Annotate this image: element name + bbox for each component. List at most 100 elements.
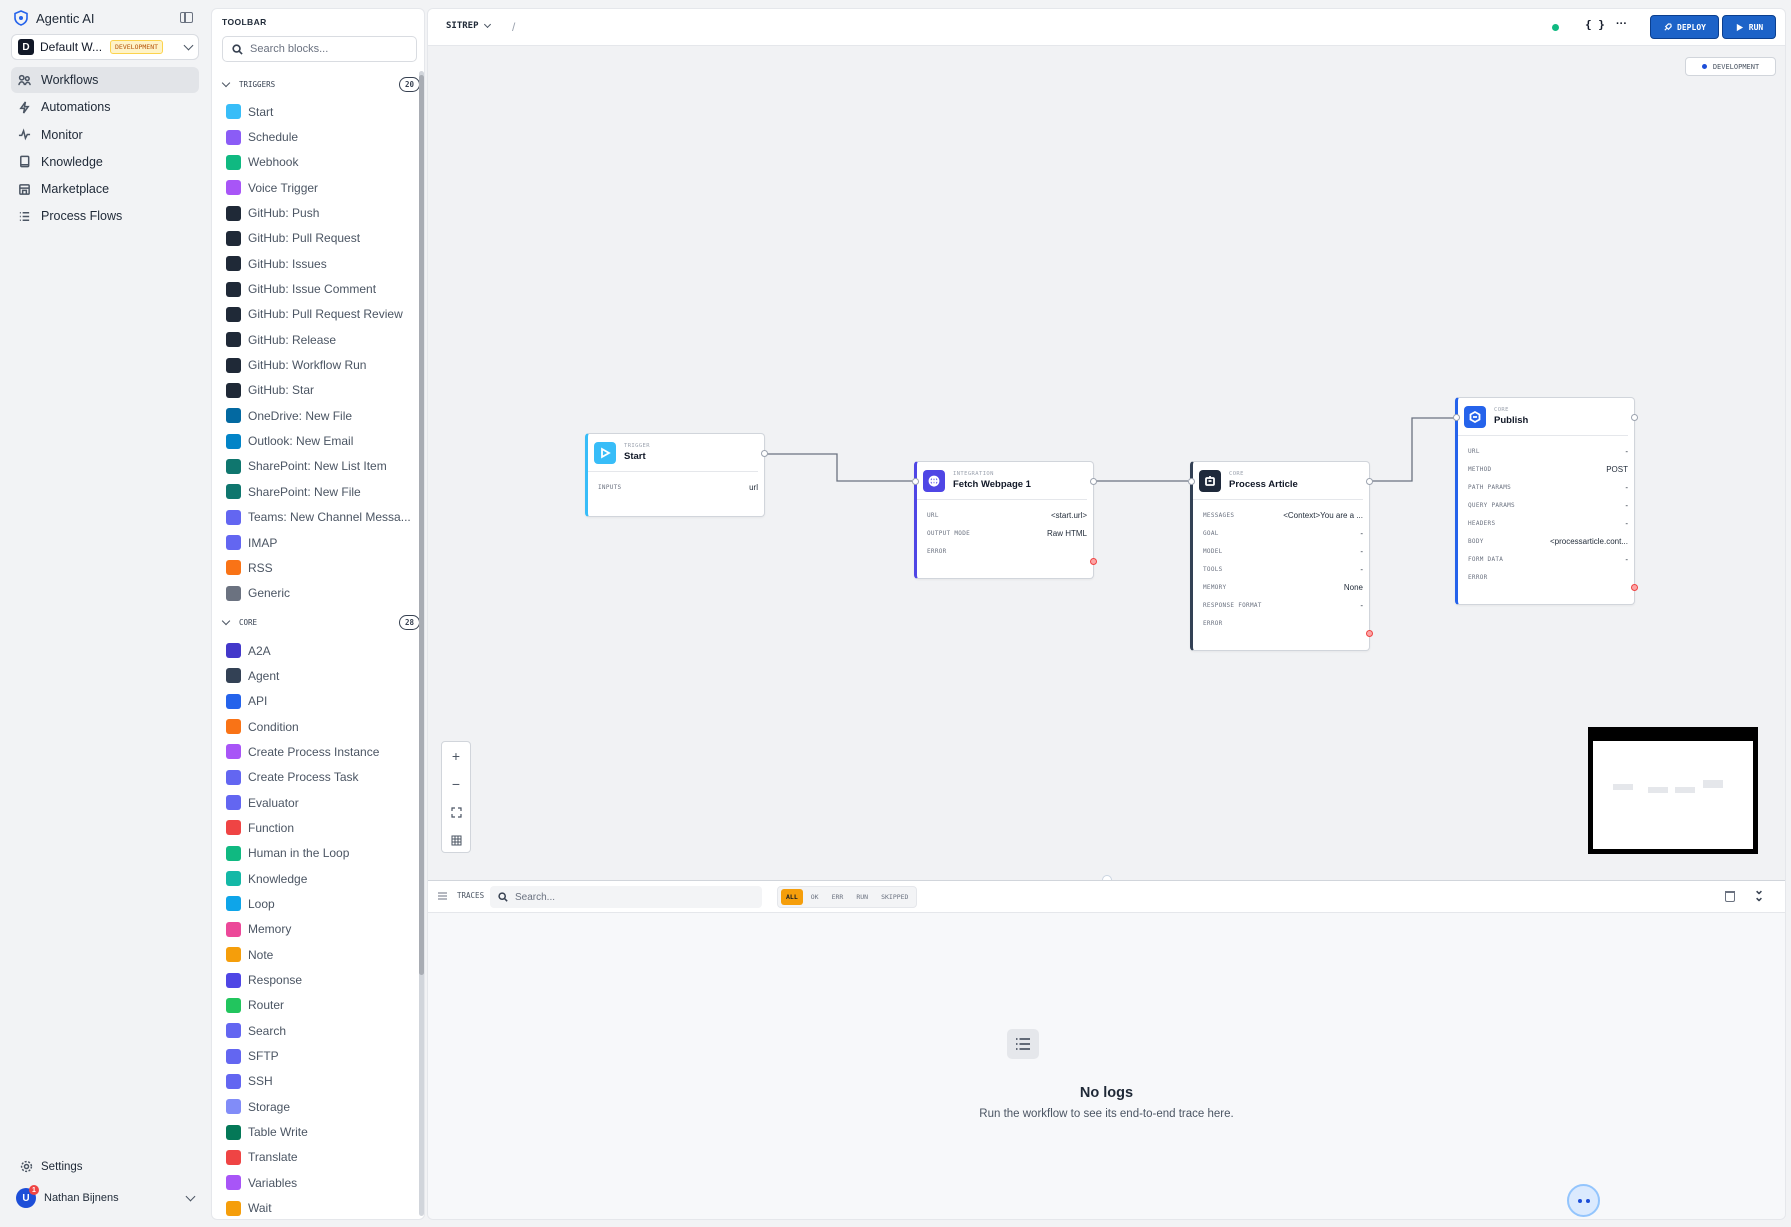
input-handle[interactable] (1188, 478, 1195, 485)
core-block-item[interactable]: Storage (218, 1094, 416, 1119)
core-block-item[interactable]: Table Write (218, 1119, 416, 1144)
core-block-item[interactable]: Variables (218, 1170, 416, 1195)
block-label: RSS (248, 560, 273, 575)
zoom-in-button[interactable]: + (442, 742, 470, 770)
trigger-block-item[interactable]: GitHub: Issue Comment (218, 276, 416, 301)
trigger-block-item[interactable]: SharePoint: New List Item (218, 454, 416, 479)
block-icon (226, 896, 241, 912)
core-block-item[interactable]: SSH (218, 1069, 416, 1094)
node-fetch-webpage[interactable]: INTEGRATION Fetch Webpage 1 URL <start.url… (912, 461, 1097, 579)
log-search-input[interactable]: Search... (490, 886, 762, 908)
nav-item-process-flows[interactable]: Process Flows (11, 203, 199, 229)
output-handle[interactable] (1631, 414, 1638, 421)
fit-view-button[interactable] (442, 798, 470, 826)
field-value: - (1360, 528, 1363, 538)
trigger-block-item[interactable]: Schedule (218, 124, 416, 149)
output-handle[interactable] (1090, 478, 1097, 485)
workspace-switcher[interactable]: D Default W... DEVELOPMENT (11, 34, 199, 60)
core-block-item[interactable]: API (218, 689, 416, 714)
filter-err[interactable]: ERR (827, 889, 849, 905)
input-handle[interactable] (912, 478, 919, 485)
node-field: PATH PARAMS - (1468, 478, 1628, 496)
core-block-item[interactable]: Function (218, 815, 416, 840)
core-block-item[interactable]: Translate (218, 1145, 416, 1170)
node-process-article[interactable]: CORE Process Article MESSAGES <Context>You… (1188, 461, 1373, 651)
assistant-button[interactable] (1567, 1184, 1600, 1217)
block-icon (226, 256, 241, 272)
section-header-core[interactable]: CORE 28 (218, 612, 420, 634)
filter-run[interactable]: RUN (851, 889, 873, 905)
core-block-item[interactable]: A2A (218, 638, 416, 663)
eye-dot (1577, 1198, 1582, 1203)
output-handle[interactable] (761, 450, 768, 457)
field-value: - (1625, 500, 1628, 510)
scrollbar-thumb[interactable] (419, 75, 424, 975)
block-icon (226, 1175, 241, 1191)
trigger-block-item[interactable]: Outlook: New Email (218, 428, 416, 453)
trigger-block-item[interactable]: IMAP (218, 530, 416, 555)
core-block-item[interactable]: Create Process Instance (218, 739, 416, 764)
core-block-item[interactable]: Router (218, 993, 416, 1018)
collapse-panel-icon[interactable]: ⌄ ⌄ (1754, 884, 1764, 903)
trigger-block-item[interactable]: GitHub: Star (218, 378, 416, 403)
core-block-item[interactable]: Loop (218, 891, 416, 916)
section-header-triggers[interactable]: TRIGGERS 20 (218, 73, 420, 95)
trigger-block-item[interactable]: Webhook (218, 150, 416, 175)
error-handle[interactable] (1090, 558, 1097, 565)
trigger-block-item[interactable]: GitHub: Pull Request Review (218, 302, 416, 327)
trigger-block-item[interactable]: Generic (218, 581, 416, 606)
filter-skipped[interactable]: SKIPPED (876, 889, 913, 905)
nav-item-knowledge[interactable]: Knowledge (11, 149, 199, 175)
block-label: Storage (248, 1099, 291, 1114)
trigger-block-item[interactable]: SharePoint: New File (218, 479, 416, 504)
field-key: RESPONSE FORMAT (1203, 601, 1262, 609)
filter-all[interactable]: ALL (781, 889, 803, 905)
core-block-item[interactable]: Create Process Task (218, 765, 416, 790)
nav-item-workflows[interactable]: Workflows (11, 67, 199, 93)
trigger-block-item[interactable]: Voice Trigger (218, 175, 416, 200)
field-value: - (1360, 600, 1363, 610)
block-search-input[interactable]: Search blocks... (222, 36, 417, 62)
core-block-item[interactable]: Wait (218, 1195, 416, 1219)
core-block-item[interactable]: Evaluator (218, 790, 416, 815)
user-menu[interactable]: U1 Nathan Bijnens (16, 1185, 196, 1208)
trigger-block-item[interactable]: GitHub: Push (218, 200, 416, 225)
trigger-block-item[interactable]: OneDrive: New File (218, 403, 416, 428)
minimap[interactable] (1588, 727, 1758, 854)
error-handle[interactable] (1631, 584, 1638, 591)
core-block-item[interactable]: Knowledge (218, 866, 416, 891)
node-title: Fetch Webpage 1 (953, 479, 1031, 490)
core-block-item[interactable]: Note (218, 942, 416, 967)
core-block-item[interactable]: SFTP (218, 1043, 416, 1068)
core-block-item[interactable]: Memory (218, 917, 416, 942)
core-block-item[interactable]: Condition (218, 714, 416, 739)
brand[interactable]: Agentic AI (14, 10, 95, 26)
trigger-block-item[interactable]: Teams: New Channel Messa... (218, 505, 416, 530)
filter-ok[interactable]: OK (806, 889, 824, 905)
grid-toggle-button[interactable] (442, 826, 470, 854)
traces-tab[interactable]: TRACES (438, 891, 484, 900)
trash-icon[interactable] (1725, 891, 1735, 902)
nav-item-marketplace[interactable]: Marketplace (11, 176, 199, 202)
zoom-out-button[interactable]: − (442, 770, 470, 798)
input-handle[interactable] (1453, 414, 1460, 421)
nav-item-automations[interactable]: Automations (11, 94, 199, 120)
trigger-block-item[interactable]: GitHub: Workflow Run (218, 352, 416, 377)
core-block-item[interactable]: Human in the Loop (218, 841, 416, 866)
output-handle[interactable] (1366, 478, 1373, 485)
trigger-block-item[interactable]: Start (218, 99, 416, 124)
sidebar-collapse-icon[interactable] (180, 12, 193, 23)
nav-item-monitor[interactable]: Monitor (11, 122, 199, 148)
core-block-item[interactable]: Response (218, 967, 416, 992)
node-start[interactable]: TRIGGER Start INPUTS url (585, 433, 768, 517)
settings-link[interactable]: Settings (20, 1160, 83, 1173)
core-block-item[interactable]: Agent (218, 663, 416, 688)
error-handle[interactable] (1366, 630, 1373, 637)
trigger-block-item[interactable]: RSS (218, 555, 416, 580)
node-publish[interactable]: CORE Publish URL - METHOD POST PATH PARAMS -… (1453, 397, 1638, 605)
core-block-item[interactable]: Search (218, 1018, 416, 1043)
trigger-block-item[interactable]: GitHub: Release (218, 327, 416, 352)
trigger-block-item[interactable]: GitHub: Pull Request (218, 226, 416, 251)
block-label: A2A (248, 643, 271, 658)
trigger-block-item[interactable]: GitHub: Issues (218, 251, 416, 276)
